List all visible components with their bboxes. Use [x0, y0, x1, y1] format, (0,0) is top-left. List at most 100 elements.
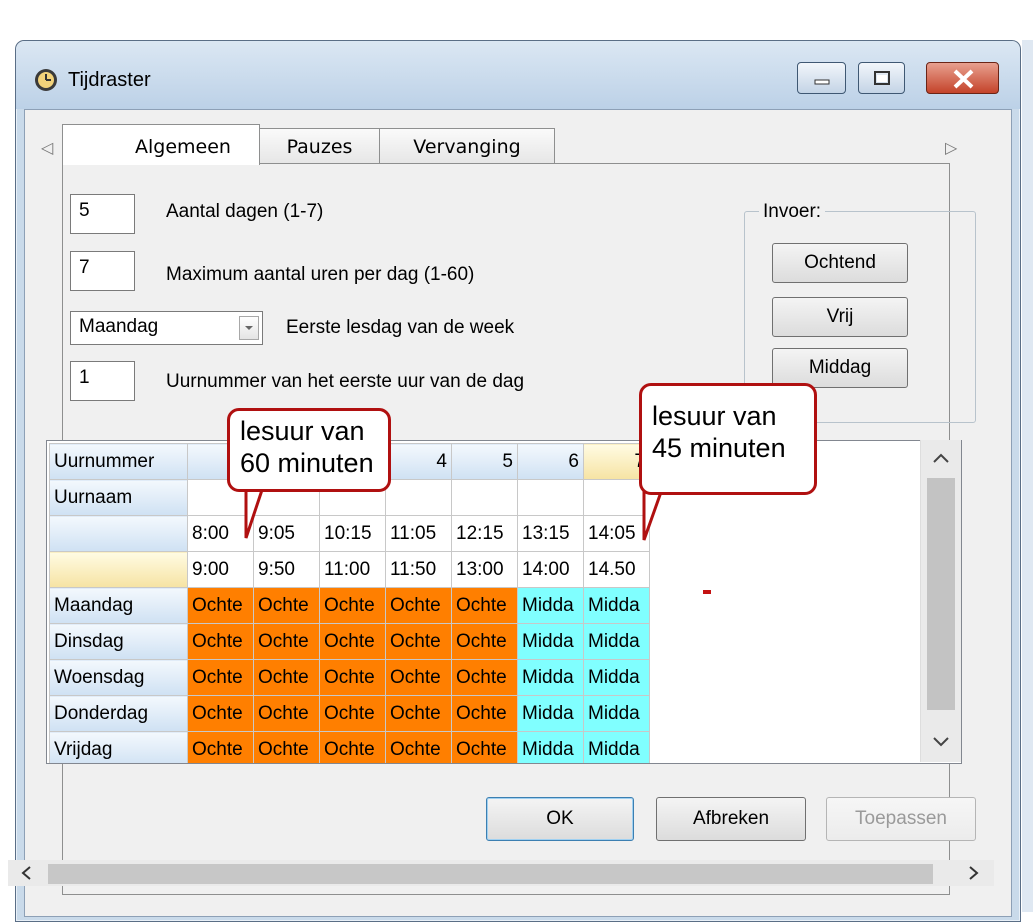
- grid-cell[interactable]: Ochte: [385, 695, 452, 732]
- grid-cell[interactable]: Ochte: [253, 659, 320, 696]
- ochtend-button[interactable]: Ochtend: [772, 243, 908, 283]
- grid-cell[interactable]: Ochte: [187, 623, 254, 660]
- max-hours-input[interactable]: 7: [70, 251, 135, 291]
- grid-cell[interactable]: Ochte: [319, 659, 386, 696]
- row-header[interactable]: Vrijdag: [49, 731, 188, 763]
- row-header[interactable]: [49, 515, 188, 552]
- chevron-right-icon[interactable]: [958, 860, 988, 886]
- tab-label: Algemeen: [135, 136, 231, 158]
- clock-icon: [35, 69, 57, 91]
- chevron-left-icon[interactable]: [12, 860, 42, 886]
- grid-cell[interactable]: 11:05: [385, 515, 452, 552]
- grid-cell[interactable]: Ochte: [253, 623, 320, 660]
- grid-cell[interactable]: Midda: [517, 731, 584, 763]
- first-day-label: Eerste lesdag van de week: [286, 317, 515, 338]
- row-header[interactable]: Donderdag: [49, 695, 188, 732]
- grid-cell[interactable]: Ochte: [385, 731, 452, 763]
- grid-cell[interactable]: 11:50: [385, 551, 452, 588]
- grid-row-end-times: 9:00 9:50 11:00 11:50 13:00 14:00 14.50: [49, 551, 650, 588]
- close-button[interactable]: [926, 62, 999, 94]
- apply-button[interactable]: Toepassen: [826, 797, 976, 841]
- column-header[interactable]: 5: [451, 443, 518, 480]
- grid-cell[interactable]: Ochte: [187, 695, 254, 732]
- column-header[interactable]: 4: [385, 443, 452, 480]
- vertical-scroll-thumb[interactable]: [927, 478, 955, 710]
- row-header[interactable]: Uurnummer: [49, 443, 188, 480]
- chevron-up-icon[interactable]: [921, 440, 961, 476]
- tab-scroll-left-icon[interactable]: ◁: [41, 138, 53, 158]
- middag-button[interactable]: Middag: [772, 348, 908, 388]
- column-header[interactable]: 6: [517, 443, 584, 480]
- grid-cell[interactable]: Ochte: [451, 659, 518, 696]
- first-day-select[interactable]: Maandag: [70, 311, 263, 345]
- grid-cell[interactable]: Ochte: [385, 659, 452, 696]
- grid-cell[interactable]: Midda: [583, 659, 650, 696]
- grid-cell[interactable]: Midda: [583, 623, 650, 660]
- grid-cell[interactable]: [385, 479, 452, 516]
- vrij-button[interactable]: Vrij: [772, 297, 908, 337]
- row-header[interactable]: Maandag: [49, 587, 188, 624]
- grid-cell[interactable]: Ochte: [253, 695, 320, 732]
- grid-cell[interactable]: Midda: [517, 587, 584, 624]
- row-header[interactable]: Uurnaam: [49, 479, 188, 516]
- grid-cell[interactable]: Midda: [583, 695, 650, 732]
- chevron-down-icon[interactable]: [921, 724, 961, 760]
- grid-cell[interactable]: [451, 479, 518, 516]
- grid-cell[interactable]: Ochte: [319, 587, 386, 624]
- tab-label: Vervanging: [413, 136, 521, 158]
- tab-pauzes[interactable]: Pauzes: [259, 128, 380, 164]
- grid-cell[interactable]: 14:00: [517, 551, 584, 588]
- grid-cell[interactable]: 11:00: [319, 551, 386, 588]
- dropdown-button[interactable]: [239, 316, 259, 340]
- grid-cell[interactable]: Ochte: [451, 695, 518, 732]
- grid-cell[interactable]: 13:00: [451, 551, 518, 588]
- grid-vertical-scrollbar[interactable]: [920, 440, 961, 762]
- grid-cell[interactable]: Ochte: [187, 659, 254, 696]
- horizontal-scrollbar[interactable]: [8, 860, 994, 886]
- grid-cell[interactable]: Ochte: [319, 695, 386, 732]
- ok-button[interactable]: OK: [486, 797, 634, 841]
- grid-cell[interactable]: Ochte: [187, 731, 254, 763]
- maximize-button[interactable]: [858, 62, 905, 94]
- grid-cell[interactable]: Ochte: [319, 731, 386, 763]
- close-icon: [953, 69, 974, 89]
- timetable-grid[interactable]: Uurnummer1234567Uurnaam8:009:0510:1511:0…: [46, 440, 962, 764]
- row-header[interactable]: Woensdag: [49, 659, 188, 696]
- first-day-value: Maandag: [79, 316, 159, 337]
- grid-cell[interactable]: 14.50: [583, 551, 650, 588]
- grid-cell[interactable]: Midda: [583, 731, 650, 763]
- grid-cell[interactable]: Ochte: [187, 587, 254, 624]
- row-header[interactable]: Dinsdag: [49, 623, 188, 660]
- grid-cell[interactable]: 10:15: [319, 515, 386, 552]
- tab-vervanging[interactable]: Vervanging: [379, 128, 555, 164]
- tab-label: Pauzes: [286, 136, 353, 158]
- grid-cell[interactable]: [517, 479, 584, 516]
- first-hour-input[interactable]: 1: [70, 361, 135, 401]
- days-input[interactable]: 5: [70, 194, 135, 234]
- grid-cell[interactable]: Ochte: [253, 731, 320, 763]
- tab-algemeen[interactable]: Algemeen: [62, 124, 260, 165]
- grid-cell[interactable]: Ochte: [451, 731, 518, 763]
- grid-cell[interactable]: Ochte: [319, 623, 386, 660]
- row-header[interactable]: [49, 551, 188, 588]
- grid-cell[interactable]: Midda: [517, 659, 584, 696]
- tab-scroll-right-icon[interactable]: ▷: [945, 138, 957, 158]
- grid-cell[interactable]: 9:50: [253, 551, 320, 588]
- background-window-edge: [1022, 40, 1033, 912]
- grid-cell[interactable]: Ochte: [451, 623, 518, 660]
- grid-cell[interactable]: Ochte: [385, 587, 452, 624]
- grid-cell[interactable]: Midda: [517, 695, 584, 732]
- grid-cell[interactable]: Midda: [517, 623, 584, 660]
- minimize-button[interactable]: [797, 62, 846, 94]
- grid-cell[interactable]: Ochte: [451, 587, 518, 624]
- grid-cell[interactable]: 13:15: [517, 515, 584, 552]
- grid-row-day: Donderdag Ochte Ochte Ochte Ochte Ochte Midda M…: [49, 695, 650, 732]
- grid-cell[interactable]: Ochte: [253, 587, 320, 624]
- horizontal-scroll-thumb[interactable]: [48, 864, 933, 884]
- grid-cell[interactable]: Midda: [583, 587, 650, 624]
- grid-cell[interactable]: 9:00: [187, 551, 254, 588]
- cancel-button[interactable]: Afbreken: [656, 797, 806, 841]
- grid-row-day: Vrijdag Ochte Ochte Ochte Ochte Ochte Midda Mid…: [49, 731, 650, 763]
- grid-cell[interactable]: Ochte: [385, 623, 452, 660]
- grid-cell[interactable]: 12:15: [451, 515, 518, 552]
